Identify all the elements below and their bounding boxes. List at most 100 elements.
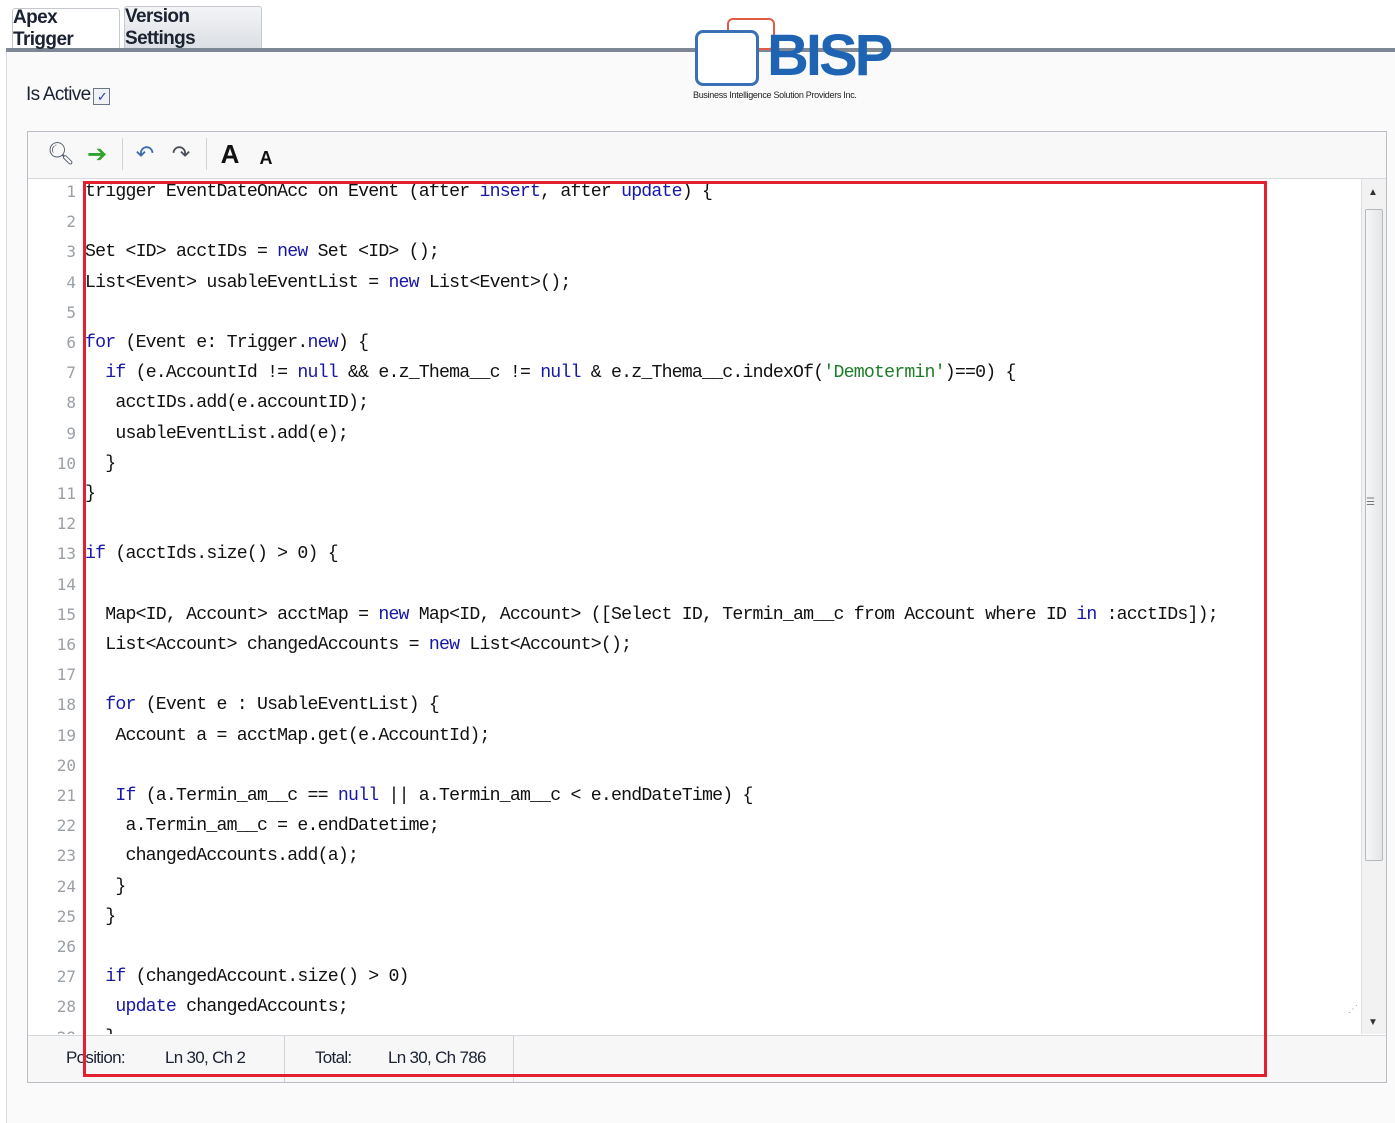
line-number: 8 — [66, 393, 76, 413]
line-number: 24 — [56, 876, 76, 896]
code-text: changedAccounts.add(a); — [85, 846, 359, 867]
code-line: 1 trigger EventDateOnAcc on Event (after … — [28, 179, 1358, 207]
code-line: 22 a.Termin_am__c = e.endDatetime; — [28, 811, 1358, 841]
code-line: 11} — [28, 479, 1358, 509]
logo-box-blue — [695, 30, 759, 86]
total-label: Total: — [315, 1048, 352, 1067]
position-value: Ln 30, Ch 2 — [165, 1048, 246, 1067]
code-text: } — [85, 906, 116, 927]
line-number: 6 — [66, 333, 76, 352]
code-line: 19 Account a = acctMap.get(e.AccountId); — [28, 721, 1358, 751]
line-number: 4 — [66, 272, 76, 292]
is-active-checkbox[interactable]: ✓ — [93, 87, 111, 105]
code-line: 13 if (acctIds.size() > 0) { — [28, 539, 1358, 569]
code-text: for (Event e : UsableEventList) { — [105, 695, 440, 716]
line-number: 26 — [56, 937, 76, 956]
toolbar-divider — [122, 138, 123, 170]
code-line: 26 — [28, 932, 1358, 962]
vertical-scrollbar[interactable]: ▲ ☰ ▼ — [1361, 179, 1386, 1034]
line-number: 3 — [66, 242, 76, 262]
code-line: 28 update changedAccounts; — [28, 992, 1358, 1022]
code-text: } — [85, 1023, 116, 1034]
resize-grip-icon[interactable]: ⋰ — [1348, 1004, 1358, 1015]
line-number: 2 — [66, 212, 76, 232]
code-editor: 🔍︎ ➔ ↶ ↷ A A 1 trigger EventDateOnAcc on … — [27, 131, 1387, 1083]
code-line: 18 for (Event e : UsableEventList) { — [28, 690, 1358, 720]
total-value: Ln 30, Ch 786 — [388, 1048, 486, 1067]
line-number: 19 — [56, 725, 76, 745]
line-number: 7 — [66, 363, 76, 383]
code-line: 12 — [28, 509, 1358, 539]
status-divider — [513, 1036, 514, 1082]
code-text: Account a = acctMap.get(e.AccountId); — [85, 725, 490, 746]
tab-version-settings[interactable]: Version Settings — [124, 6, 262, 49]
code-text: } — [85, 453, 116, 474]
scroll-down-icon[interactable]: ▼ — [1368, 1017, 1378, 1028]
scrollbar-thumb[interactable] — [1365, 209, 1383, 861]
font-smaller-button[interactable]: A — [256, 142, 276, 174]
scroll-grip-icon: ☰ — [1366, 497, 1375, 508]
code-line: 24 } — [28, 872, 1358, 902]
line-number: 14 — [56, 574, 76, 594]
code-text: Set <ID> acctIDs = new Set <ID> (); — [85, 242, 440, 263]
code-text: List<Account> changedAccounts = new List… — [85, 635, 632, 655]
arrow-right-icon[interactable]: ➔ — [84, 138, 110, 170]
line-number: 9 — [66, 423, 76, 443]
line-number: 1 — [66, 182, 76, 201]
code-line: 10 } — [28, 449, 1358, 479]
code-text: } — [85, 876, 126, 897]
code-text: Map<ID, Account> acctMap = new Map<ID, A… — [85, 604, 1218, 625]
code-line: 16 List<Account> changedAccounts = new L… — [28, 630, 1358, 660]
code-text: a.Termin_am__c = e.endDatetime; — [85, 816, 440, 837]
code-line: 17 — [28, 660, 1358, 690]
undo-icon[interactable]: ↶ — [132, 138, 158, 170]
line-number: 22 — [56, 816, 76, 836]
code-area[interactable]: 1 trigger EventDateOnAcc on Event (after … — [28, 179, 1386, 1034]
line-number: 21 — [56, 786, 76, 805]
code-line: 21 If (a.Termin_am__c == null || a.Termi… — [28, 781, 1358, 811]
font-larger-button[interactable]: A — [218, 138, 242, 170]
line-number: 17 — [56, 665, 76, 685]
line-number: 11 — [56, 484, 76, 503]
code-line: 27 if (changedAccount.size() > 0) — [28, 962, 1358, 992]
line-number: 27 — [56, 967, 76, 987]
code-text: update changedAccounts; — [115, 997, 348, 1018]
scroll-up-icon[interactable]: ▲ — [1368, 187, 1378, 198]
code-text: if (e.AccountId != null && e.z_Thema__c … — [105, 363, 1016, 384]
code-line: 6 for (Event e: Trigger.new) { — [28, 328, 1358, 358]
line-number: 12 — [56, 514, 76, 534]
code-text: for (Event e: Trigger.new) { — [85, 333, 369, 353]
is-active-row: Is Active ✓ — [26, 84, 111, 106]
line-number: 16 — [56, 635, 76, 654]
code-line: 23 changedAccounts.add(a); — [28, 841, 1358, 871]
code-line: 7 if (e.AccountId != null && e.z_Thema__… — [28, 358, 1358, 388]
code-line: 3 Set <ID> acctIDs = new Set <ID> (); — [28, 237, 1358, 267]
toolbar-divider — [206, 138, 207, 170]
code-line: 25 } — [28, 902, 1358, 932]
position-label: Position: — [66, 1048, 126, 1067]
line-number: 25 — [56, 906, 76, 926]
redo-icon[interactable]: ↷ — [168, 138, 194, 170]
line-number: 13 — [56, 544, 76, 564]
line-number: 20 — [56, 755, 76, 775]
code-text: acctIDs.add(e.accountID); — [85, 393, 369, 414]
code-line: 9 usableEventList.add(e); — [28, 419, 1358, 449]
tab-apex-trigger[interactable]: Apex Trigger — [12, 7, 120, 50]
line-number: 10 — [56, 453, 76, 473]
code-line: 5 — [28, 298, 1358, 328]
code-text: usableEventList.add(e); — [85, 423, 348, 444]
code-line: 2 — [28, 207, 1358, 237]
search-icon[interactable]: 🔍︎ — [47, 138, 75, 170]
code-line: 4 List<Event> usableEventList = new List<… — [28, 268, 1358, 298]
code-text: If (a.Termin_am__c == null || a.Termin_a… — [115, 786, 753, 806]
code-text: if (acctIds.size() > 0) { — [85, 544, 339, 565]
code-text: trigger EventDateOnAcc on Event (after i… — [85, 182, 713, 202]
code-line: 8 acctIDs.add(e.accountID); — [28, 388, 1358, 418]
line-number: 29 — [28, 1023, 76, 1034]
code-text: } — [85, 484, 96, 504]
code-text: List<Event> usableEventList = new List<E… — [85, 272, 571, 293]
code-line: 20 — [28, 751, 1358, 781]
line-number: 5 — [66, 302, 76, 322]
code-line: 15 Map<ID, Account> acctMap = new Map<ID… — [28, 600, 1358, 630]
line-number: 23 — [56, 846, 76, 866]
